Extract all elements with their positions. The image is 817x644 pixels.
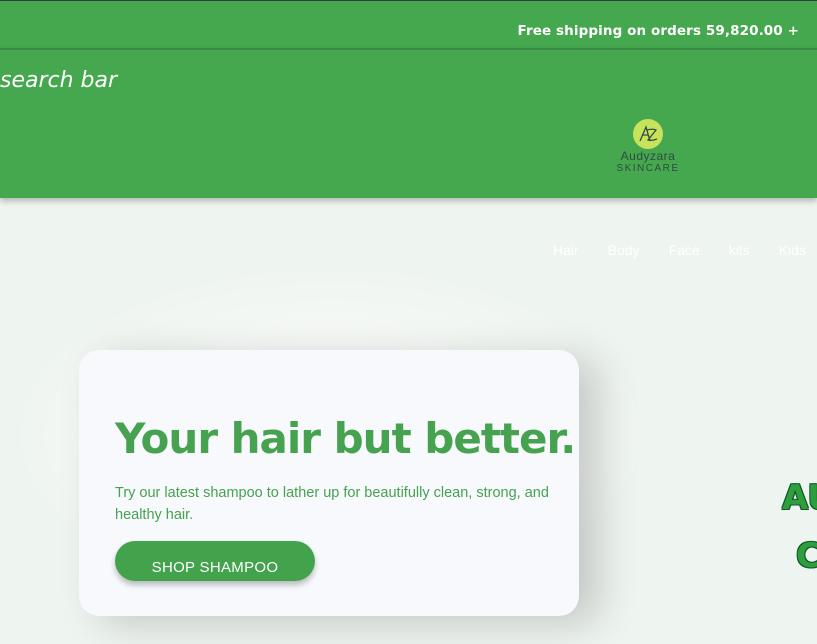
hero-description: Try our latest shampoo to lather up for … (115, 485, 549, 523)
shop-shampoo-button[interactable]: SHOP SHAMPOO (115, 541, 315, 581)
promo-bar: Free shipping on orders 59,820.00 + (0, 0, 817, 48)
nav-item-kits[interactable]: kits (729, 242, 750, 258)
logo-monogram-icon (633, 119, 663, 149)
nav-item-hair[interactable]: Hair (553, 242, 579, 258)
side-brand-text-line1: AU (782, 478, 817, 518)
main-nav: Hair Body Face kits Kids (553, 242, 817, 258)
page: Free shipping on orders 59,820.00 + sear… (0, 0, 817, 644)
hero-card: Your hair but better. Try our latest sha… (79, 350, 579, 616)
nav-item-kids[interactable]: Kids (779, 242, 806, 258)
hero-title: Your hair but better. (115, 414, 576, 463)
free-shipping-text: Free shipping on orders 59,820.00 + (517, 23, 799, 39)
brand-logo[interactable]: Audyzara SKINCARE (610, 119, 686, 179)
nav-item-face[interactable]: Face (669, 242, 700, 258)
nav-item-body[interactable]: Body (608, 242, 640, 258)
logo-tagline: SKINCARE (616, 163, 680, 174)
site-header: search bar Audyzara SKINCARE (0, 48, 817, 198)
logo-name: Audyzara (620, 149, 676, 163)
side-brand-text-line2: C (796, 536, 817, 576)
search-bar-placeholder[interactable]: search bar (0, 68, 117, 93)
